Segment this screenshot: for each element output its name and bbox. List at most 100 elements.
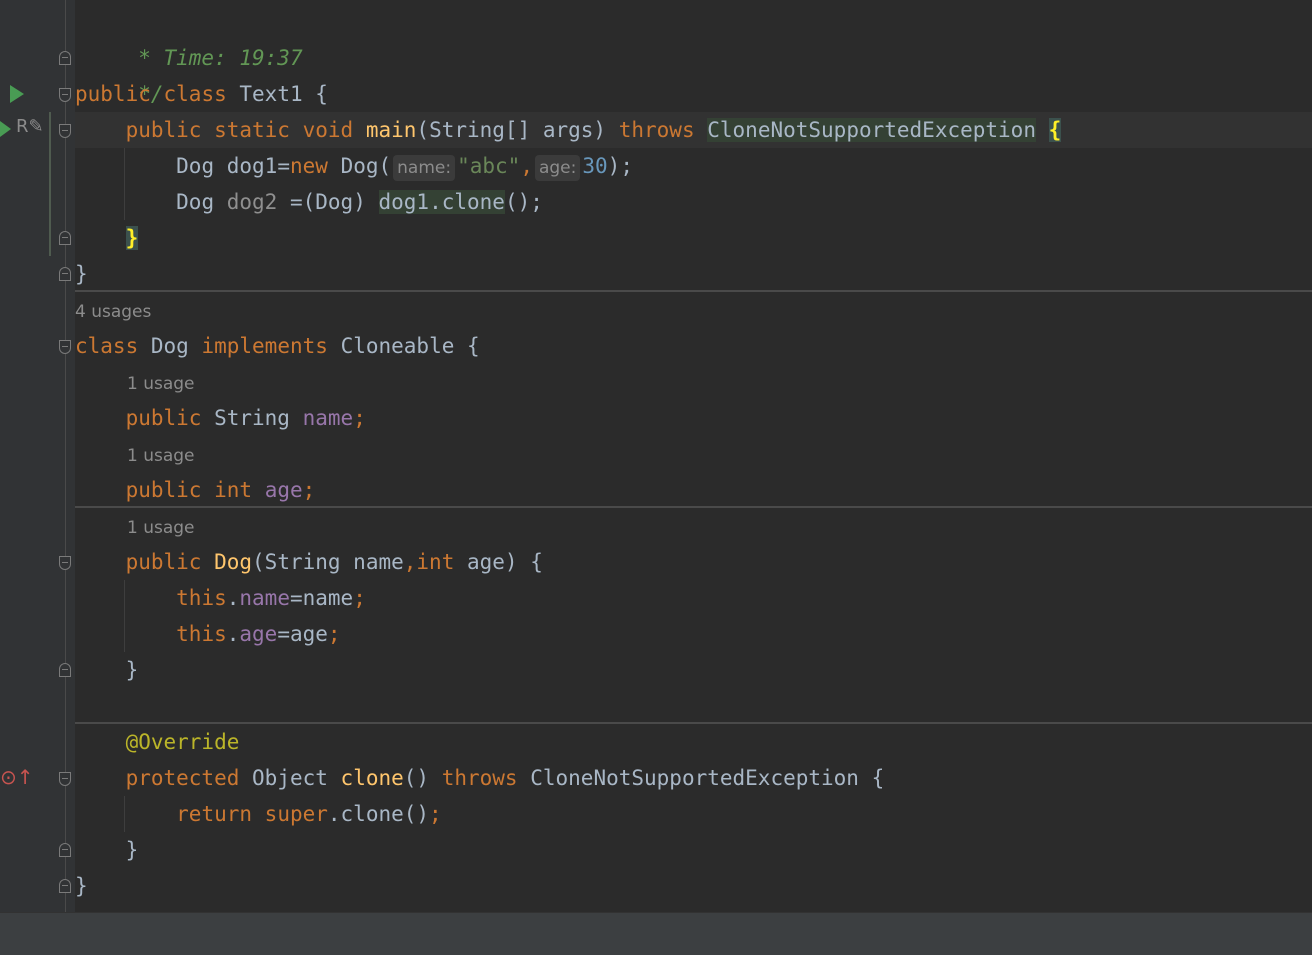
- keyword: return: [176, 802, 253, 826]
- fold-main-end-icon[interactable]: [59, 231, 71, 245]
- code-line-ctor[interactable]: public Dog(String name,int age) {: [75, 544, 543, 580]
- keyword: throws: [618, 118, 695, 142]
- assign: =name: [289, 586, 354, 610]
- keyword: int: [416, 550, 455, 574]
- number-literal: 30: [582, 154, 608, 178]
- params: (String[] args): [416, 118, 607, 142]
- keyword: super: [264, 802, 328, 826]
- method-name: clone: [340, 766, 404, 790]
- code-line[interactable]: this.age=age;: [75, 616, 340, 652]
- brace: }: [125, 658, 139, 682]
- semicolon: ;: [353, 406, 366, 430]
- fold-clone-end-icon[interactable]: [59, 843, 71, 857]
- field-name: name: [239, 586, 290, 610]
- unused-variable: dog2: [226, 190, 278, 214]
- code-line[interactable]: * Time: 19:37: [75, 4, 302, 70]
- method-separator: [75, 722, 1312, 724]
- code-line[interactable]: this.name=name;: [75, 580, 366, 616]
- type: Object: [252, 766, 328, 790]
- run-main-icon[interactable]: [0, 121, 11, 137]
- brace: {: [467, 334, 480, 358]
- param-hint-age: age:: [534, 155, 581, 181]
- comma: ,: [403, 550, 417, 574]
- code-line-dog2[interactable]: Dog dog2 =(Dog) dog1.clone();: [75, 184, 543, 220]
- fold-dog-end-icon[interactable]: [59, 879, 71, 893]
- code-line-class-text1[interactable]: public class Text1 {: [75, 76, 328, 112]
- class-name: Text1: [239, 82, 303, 106]
- semicolon: ;: [302, 478, 316, 502]
- ctor-name: Dog: [214, 550, 253, 574]
- decl: dog1=: [226, 154, 290, 178]
- usages-hint[interactable]: 1 usage: [127, 438, 195, 474]
- keyword: public: [75, 82, 151, 106]
- fold-clone-icon[interactable]: [59, 772, 71, 786]
- brace: }: [75, 262, 88, 286]
- param-hint-name: name:: [393, 155, 456, 181]
- usages-hint[interactable]: 1 usage: [127, 366, 195, 402]
- code-line[interactable]: }: [75, 832, 139, 868]
- code-line-clone[interactable]: protected Object clone() throws CloneNot…: [75, 760, 885, 796]
- keyword: this: [176, 622, 227, 646]
- assign: =age: [277, 622, 328, 646]
- keyword: public: [125, 118, 202, 142]
- code-line-class-dog[interactable]: class Dog implements Cloneable {: [75, 328, 480, 364]
- code-editor[interactable]: R✎ ⊙↑ * Time: 19:37 */ public class Text…: [0, 0, 1312, 912]
- edit-icon[interactable]: R✎: [16, 116, 44, 137]
- keyword: protected: [125, 766, 240, 790]
- keyword: public: [125, 550, 202, 574]
- fold-class-dog-icon[interactable]: [59, 340, 71, 354]
- code-line[interactable]: return super.clone();: [75, 796, 442, 832]
- code-line-field-name[interactable]: public String name;: [75, 400, 366, 436]
- keyword: void: [302, 118, 354, 142]
- semicolon: ;: [353, 586, 366, 610]
- brace: {: [302, 82, 328, 106]
- semicolon: ;: [429, 802, 442, 826]
- cast: =(Dog): [289, 190, 366, 214]
- method-name: main: [365, 118, 417, 142]
- keyword: new: [289, 154, 328, 178]
- code-line[interactable]: }: [75, 256, 88, 292]
- fold-main-icon[interactable]: [59, 124, 71, 138]
- usages-hint[interactable]: 4 usages: [75, 294, 151, 330]
- end: );: [607, 154, 633, 178]
- run-class-icon[interactable]: [10, 85, 24, 103]
- keyword: public: [125, 406, 202, 430]
- type: Dog: [176, 190, 215, 214]
- code-line-dog1[interactable]: Dog dog1=new Dog(name: "abc", age: 30);: [75, 148, 633, 184]
- keyword: static: [214, 118, 290, 142]
- code-line-main[interactable]: public static void main(String[] args) t…: [75, 112, 1312, 148]
- override-icon[interactable]: ⊙↑: [0, 765, 34, 789]
- params: (String name: [252, 550, 404, 574]
- exception-name: CloneNotSupportedException: [707, 118, 1036, 142]
- code-line[interactable]: }: [75, 652, 139, 688]
- fold-class-end-icon[interactable]: [59, 267, 71, 281]
- code-line[interactable]: */: [75, 40, 163, 106]
- comma: ,: [520, 154, 533, 178]
- usages-hint[interactable]: 1 usage: [127, 510, 195, 546]
- method-separator: [75, 290, 1312, 292]
- code-line[interactable]: }: [75, 220, 139, 256]
- string-literal: "abc": [457, 154, 521, 178]
- fold-comment-end-icon[interactable]: [59, 51, 71, 65]
- dot: .: [226, 586, 240, 610]
- brace-highlight: }: [125, 226, 139, 250]
- fold-ctor-end-icon[interactable]: [59, 663, 71, 677]
- fold-class-text1-icon[interactable]: [59, 88, 71, 102]
- code-line-field-age[interactable]: public int age;: [75, 472, 316, 508]
- keyword: int: [214, 478, 253, 502]
- bottom-panel: [0, 912, 1312, 955]
- code-line[interactable]: @Override: [75, 724, 240, 760]
- interface-name: Cloneable: [340, 334, 455, 358]
- keyword: this: [176, 586, 227, 610]
- fold-ctor-icon[interactable]: [59, 556, 71, 570]
- type: Dog: [176, 154, 215, 178]
- keyword: class: [163, 82, 227, 106]
- annotation: @Override: [125, 730, 240, 754]
- vcs-change-marker[interactable]: [49, 112, 51, 256]
- field-name: age: [264, 478, 303, 502]
- params: age) {: [454, 550, 543, 574]
- code-line[interactable]: }: [75, 868, 88, 904]
- type: String: [214, 406, 290, 430]
- class-name: Dog: [150, 334, 189, 358]
- keyword: class: [75, 334, 139, 358]
